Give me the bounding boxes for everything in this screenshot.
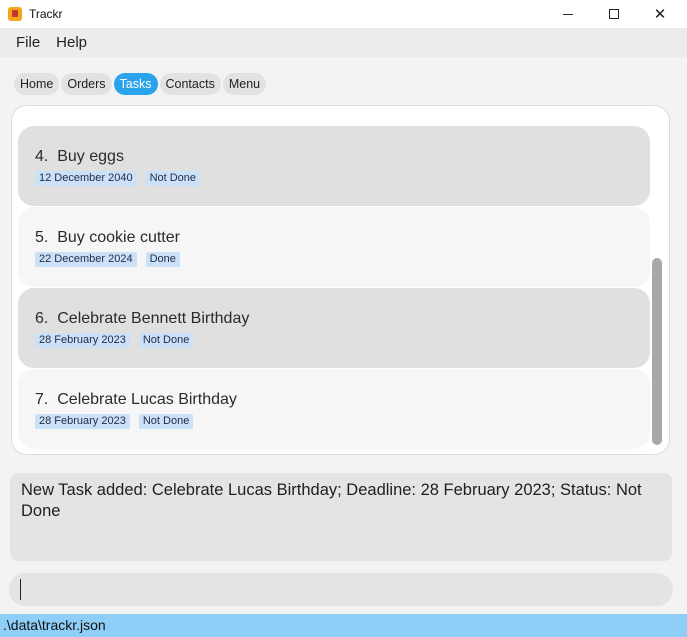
menu-help[interactable]: Help bbox=[48, 34, 95, 51]
data-file-path: .\data\trackr.json bbox=[3, 617, 106, 633]
task-index: 6. bbox=[35, 310, 49, 327]
deadline-tag: 22 December 2024 bbox=[35, 252, 137, 267]
result-display: New Task added: Celebrate Lucas Birthday… bbox=[10, 473, 672, 561]
status-tag: Not Done bbox=[138, 333, 194, 348]
status-tag: Not Done bbox=[145, 171, 201, 186]
tab-tasks[interactable]: Tasks bbox=[113, 73, 158, 95]
task-index: 4. bbox=[35, 148, 49, 165]
task-tags: 22 December 2024 Done bbox=[35, 252, 180, 267]
status-bar: .\data\trackr.json bbox=[0, 614, 687, 637]
close-icon: ✕ bbox=[653, 6, 667, 23]
status-tag: Not Done bbox=[138, 414, 194, 429]
task-name: Celebrate Lucas Birthday bbox=[57, 391, 237, 408]
task-tags: 28 February 2023 Not Done bbox=[35, 414, 194, 429]
minimize-button[interactable] bbox=[545, 0, 591, 28]
task-card[interactable]: 7. Celebrate Lucas Birthday 28 February … bbox=[18, 369, 650, 449]
minimize-icon bbox=[563, 13, 573, 15]
deadline-tag: 28 February 2023 bbox=[35, 333, 130, 348]
tab-bar: Home Orders Tasks Contacts Menu bbox=[14, 73, 267, 95]
task-index: 5. bbox=[35, 229, 49, 246]
task-name: Buy eggs bbox=[57, 148, 124, 165]
task-tags: 28 February 2023 Not Done bbox=[35, 333, 194, 348]
task-title: 5. Buy cookie cutter bbox=[35, 229, 180, 247]
text-caret bbox=[20, 579, 21, 600]
task-index: 7. bbox=[35, 391, 49, 408]
command-input[interactable] bbox=[9, 573, 673, 606]
close-button[interactable]: ✕ bbox=[637, 0, 683, 28]
maximize-button[interactable] bbox=[591, 0, 637, 28]
task-card[interactable]: 5. Buy cookie cutter 22 December 2024 Do… bbox=[18, 207, 650, 287]
task-name: Buy cookie cutter bbox=[57, 229, 180, 246]
task-list-scrollbar[interactable] bbox=[652, 258, 662, 445]
task-card[interactable]: 4. Buy eggs 12 December 2040 Not Done bbox=[18, 126, 650, 206]
task-tags: 12 December 2040 Not Done bbox=[35, 171, 201, 186]
deadline-tag: 12 December 2040 bbox=[35, 171, 137, 186]
menu-bar: File Help bbox=[0, 28, 687, 57]
title-bar: Trackr ✕ bbox=[0, 0, 687, 28]
app-icon bbox=[8, 7, 22, 21]
tab-home[interactable]: Home bbox=[14, 73, 60, 95]
status-tag: Done bbox=[145, 252, 180, 267]
menu-file[interactable]: File bbox=[8, 34, 48, 51]
tab-contacts[interactable]: Contacts bbox=[159, 73, 221, 95]
task-list[interactable]: 4. Buy eggs 12 December 2040 Not Done 5.… bbox=[11, 105, 670, 455]
task-card[interactable]: 6. Celebrate Bennett Birthday 28 Februar… bbox=[18, 288, 650, 368]
tab-menu[interactable]: Menu bbox=[222, 73, 267, 95]
deadline-tag: 28 February 2023 bbox=[35, 414, 130, 429]
task-title: 7. Celebrate Lucas Birthday bbox=[35, 391, 237, 409]
task-name: Celebrate Bennett Birthday bbox=[57, 310, 250, 327]
tab-orders[interactable]: Orders bbox=[61, 73, 112, 95]
task-title: 6. Celebrate Bennett Birthday bbox=[35, 310, 249, 328]
window-title: Trackr bbox=[29, 7, 63, 21]
maximize-icon bbox=[609, 9, 619, 19]
task-title: 4. Buy eggs bbox=[35, 148, 124, 166]
